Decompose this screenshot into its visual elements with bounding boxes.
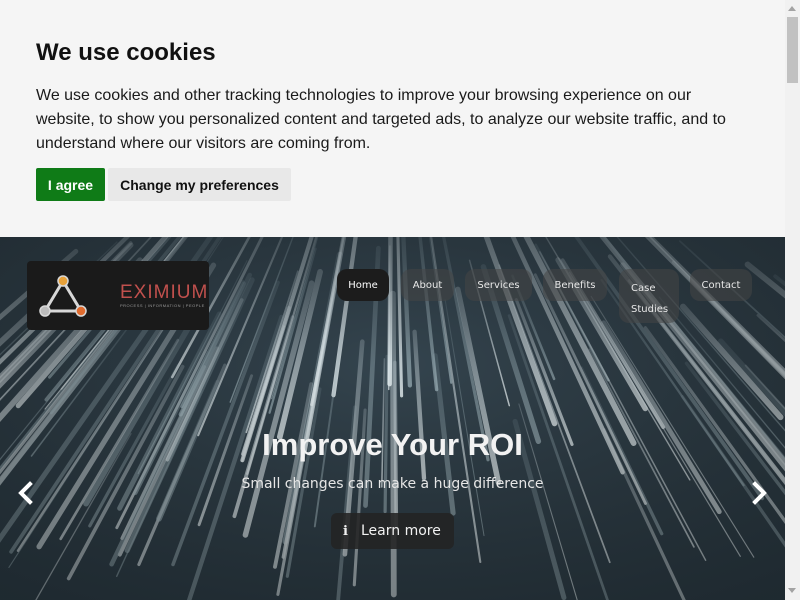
- cookie-banner: We use cookies We use cookies and other …: [0, 0, 785, 237]
- hero-heading: Improve Your ROI: [262, 427, 523, 462]
- logo-name: EXIMIUM: [120, 282, 209, 303]
- page: We use cookies We use cookies and other …: [0, 0, 800, 600]
- info-icon: i: [343, 523, 348, 539]
- learn-more-label: Learn more: [361, 523, 441, 539]
- cookie-title: We use cookies: [36, 39, 216, 66]
- vertical-scrollbar[interactable]: [785, 0, 800, 600]
- scroll-up-arrow-icon[interactable]: [788, 6, 796, 11]
- nav-services[interactable]: Services: [465, 269, 532, 301]
- logo-tagline: PROCESS | INFORMATION | PEOPLE: [120, 303, 205, 308]
- nav-contact[interactable]: Contact: [690, 269, 752, 301]
- scrollbar-thumb[interactable]: [787, 17, 798, 83]
- chevron-left-icon[interactable]: [14, 479, 38, 507]
- nav-about[interactable]: About: [401, 269, 454, 301]
- agree-button[interactable]: I agree: [36, 168, 105, 201]
- hero-subheading: Small changes can make a huge difference: [241, 476, 544, 492]
- learn-more-button[interactable]: i Learn more: [331, 513, 454, 549]
- hero-carousel: EXIMIUM PROCESS | INFORMATION | PEOPLE H…: [0, 237, 785, 600]
- change-preferences-button[interactable]: Change my preferences: [108, 168, 291, 201]
- cookie-text: We use cookies and other tracking techno…: [36, 87, 726, 152]
- nav-home[interactable]: Home: [337, 269, 389, 301]
- logo[interactable]: EXIMIUM PROCESS | INFORMATION | PEOPLE: [27, 261, 209, 330]
- nav-benefits[interactable]: Benefits: [543, 269, 607, 301]
- triangle-logo-icon: [39, 275, 87, 317]
- nav-case-studies[interactable]: Case Studies: [619, 269, 679, 323]
- scroll-down-arrow-icon[interactable]: [788, 588, 796, 593]
- nav-case-studies-label: Case Studies: [631, 283, 669, 315]
- chevron-right-icon[interactable]: [747, 479, 771, 507]
